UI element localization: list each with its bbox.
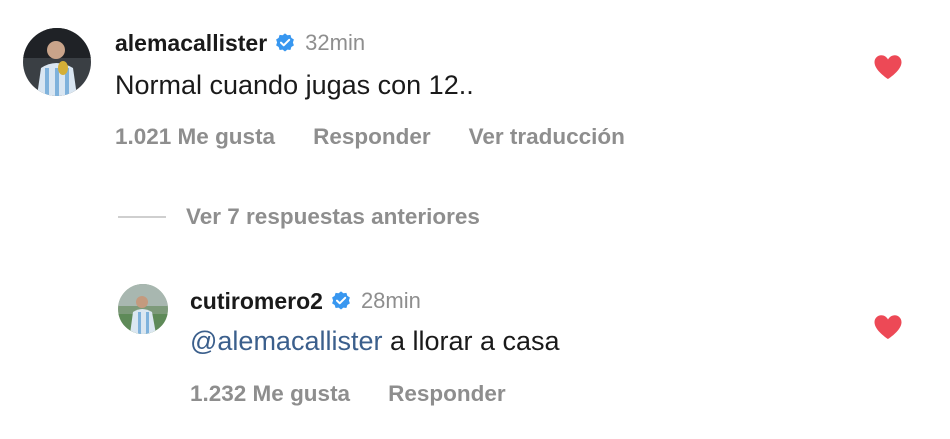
timestamp: 28min [360,288,421,313]
likes-count-link[interactable]: 1.232 Me gusta [190,381,350,407]
verified-badge-icon [274,32,296,54]
comment-header: alemacallister 32min [115,28,625,58]
divider-line [118,216,166,218]
reply-button[interactable]: Responder [313,124,431,150]
verified-badge-icon [330,290,352,312]
avatar[interactable] [118,284,168,334]
comment-text: @alemacallister a llorar a casa [190,326,560,357]
comment-actions: 1.232 Me gusta Responder [190,381,560,407]
reply-button[interactable]: Responder [388,381,506,407]
avatar[interactable] [23,28,91,96]
comment: alemacallister 32min Normal cuando jugas… [0,24,950,174]
timestamp: 32min [305,30,366,55]
view-replies-label: Ver 7 respuestas anteriores [186,204,480,229]
comment-content: cutiromero2 28min @alemacallister a llor… [190,286,560,407]
mention-link[interactable]: @alemacallister [190,326,382,356]
username[interactable]: alemacallister [115,30,267,57]
heart-icon[interactable] [873,314,903,340]
view-previous-replies-button[interactable]: Ver 7 respuestas anteriores [118,204,480,230]
comment-header: cutiromero2 28min [190,286,560,316]
reply-comment: cutiromero2 28min @alemacallister a llor… [0,284,950,434]
heart-icon[interactable] [873,54,903,80]
comment-actions: 1.021 Me gusta Responder Ver traducción [115,124,625,150]
likes-count-link[interactable]: 1.021 Me gusta [115,124,275,150]
comment-text: Normal cuando jugas con 12.. [115,70,474,100]
see-translation-button[interactable]: Ver traducción [469,124,625,150]
comments-screen: alemacallister 32min Normal cuando jugas… [0,0,950,439]
reply-text: a llorar a casa [382,326,560,356]
user-avatar-photo-icon [23,28,91,96]
user-avatar-photo-icon [118,284,168,334]
comment-content: alemacallister 32min Normal cuando jugas… [115,28,625,150]
username[interactable]: cutiromero2 [190,288,323,315]
